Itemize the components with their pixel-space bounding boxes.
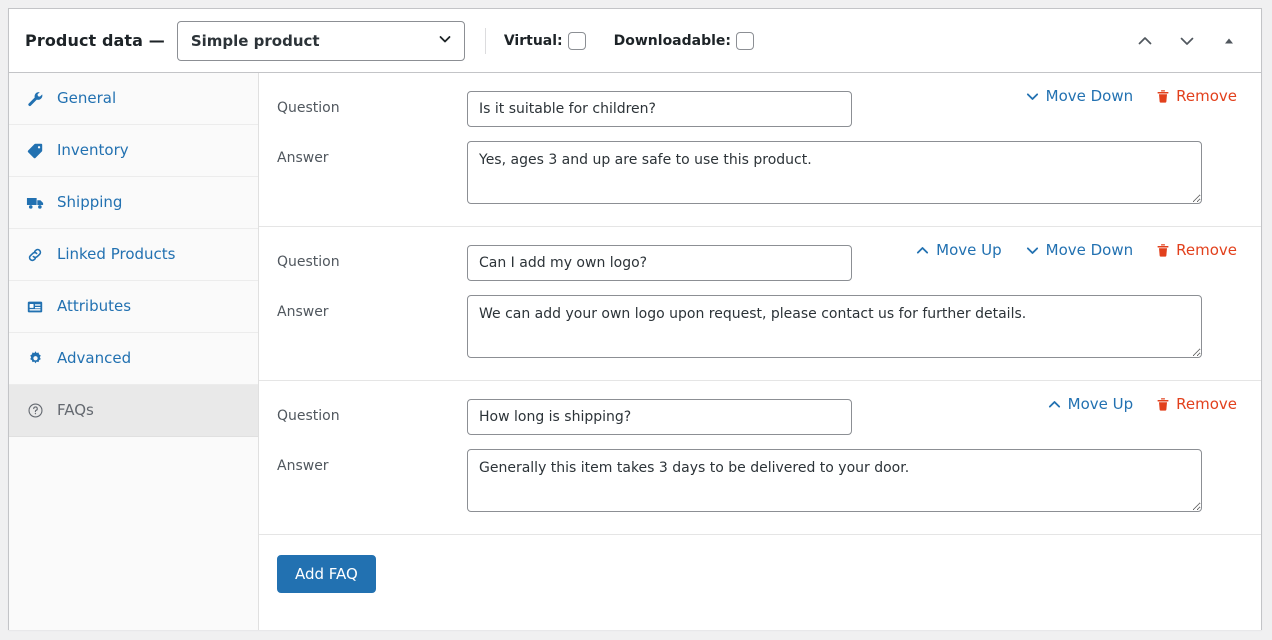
sidebar-item-shipping[interactable]: Shipping [9, 177, 258, 229]
trash-icon [1155, 396, 1171, 413]
sidebar-item-label: General [57, 91, 116, 106]
add-faq-button[interactable]: Add FAQ [277, 555, 376, 593]
faq-row: Move Down Remove Qu [259, 73, 1261, 227]
move-up-label: Move Up [1068, 395, 1134, 413]
remove-label: Remove [1176, 395, 1237, 413]
list-icon [25, 297, 45, 317]
faq-panel: Move Down Remove Qu [259, 73, 1261, 630]
wrench-icon [25, 89, 45, 109]
answer-label: Answer [277, 295, 467, 321]
page-title: Product data — [25, 31, 165, 50]
answer-textarea[interactable]: Yes, ages 3 and up are safe to use this … [467, 141, 1202, 204]
faq-row-actions: Move Down Remove [1024, 87, 1237, 105]
chevron-up-icon [914, 242, 931, 259]
triangle-up-icon [1221, 33, 1237, 49]
truck-icon [25, 193, 45, 213]
tag-icon [25, 141, 45, 161]
sidebar-item-label: Inventory [57, 143, 129, 158]
answer-textarea[interactable]: Generally this item takes 3 days to be d… [467, 449, 1202, 512]
panel-order-actions [1131, 27, 1249, 55]
faq-row-actions: Move Up Remove [1046, 395, 1237, 413]
move-down-link[interactable]: Move Down [1024, 87, 1134, 105]
question-label: Question [277, 399, 467, 425]
remove-label: Remove [1176, 87, 1237, 105]
sidebar-item-attributes[interactable]: Attributes [9, 281, 258, 333]
remove-label: Remove [1176, 241, 1237, 259]
sidebar-item-label: FAQs [57, 403, 94, 418]
downloadable-checkbox[interactable] [736, 32, 754, 50]
question-label: Question [277, 245, 467, 271]
chevron-down-icon [1024, 242, 1041, 259]
sidebar-item-general[interactable]: General [9, 73, 258, 125]
panel-header: Product data — Simple productGrouped pro… [9, 9, 1261, 73]
sidebar-item-advanced[interactable]: Advanced [9, 333, 258, 385]
sidebar-item-label: Attributes [57, 299, 131, 314]
sidebar-item-linked-products[interactable]: Linked Products [9, 229, 258, 281]
sidebar-item-label: Linked Products [57, 247, 175, 262]
move-down-label: Move Down [1046, 241, 1134, 259]
chevron-down-icon [1177, 31, 1197, 51]
product-type-select[interactable]: Simple productGrouped productExternal/Af… [177, 21, 465, 61]
link-icon [25, 245, 45, 265]
answer-label: Answer [277, 449, 467, 475]
move-down-link[interactable]: Move Down [1024, 241, 1134, 259]
header-divider [485, 28, 486, 54]
virtual-checkbox-label[interactable]: Virtual: [504, 32, 586, 50]
move-up-link[interactable]: Move Up [1046, 395, 1134, 413]
downloadable-checkbox-label[interactable]: Downloadable: [614, 32, 754, 50]
sidebar-item-faqs[interactable]: FAQs [9, 385, 258, 437]
downloadable-label-text: Downloadable: [614, 33, 731, 49]
faq-row: Move Up Move Down [259, 227, 1261, 381]
gear-icon [25, 349, 45, 369]
product-type-select-wrapper: Simple productGrouped productExternal/Af… [177, 21, 465, 61]
question-input[interactable] [467, 245, 852, 281]
sidebar-item-label: Advanced [57, 351, 131, 366]
move-up-label: Move Up [936, 241, 1002, 259]
answer-field-line: Answer Yes, ages 3 and up are safe to us… [277, 141, 1239, 204]
question-input[interactable] [467, 399, 852, 435]
remove-link[interactable]: Remove [1155, 87, 1237, 105]
trash-icon [1155, 242, 1171, 259]
product-data-panel: Product data — Simple productGrouped pro… [8, 8, 1262, 630]
sidebar-item-inventory[interactable]: Inventory [9, 125, 258, 177]
virtual-checkbox[interactable] [568, 32, 586, 50]
remove-link[interactable]: Remove [1155, 395, 1237, 413]
faq-row-actions: Move Up Move Down [914, 241, 1237, 259]
answer-field-line: Answer We can add your own logo upon req… [277, 295, 1239, 358]
sidebar-item-label: Shipping [57, 195, 122, 210]
chevron-down-icon [1024, 88, 1041, 105]
question-input[interactable] [467, 91, 852, 127]
answer-textarea[interactable]: We can add your own logo upon request, p… [467, 295, 1202, 358]
virtual-label-text: Virtual: [504, 33, 563, 49]
trash-icon [1155, 88, 1171, 105]
move-down-label: Move Down [1046, 87, 1134, 105]
remove-link[interactable]: Remove [1155, 241, 1237, 259]
faq-footer: Add FAQ [259, 535, 1261, 611]
faq-row: Move Up Remove Ques [259, 381, 1261, 535]
chevron-up-icon [1135, 31, 1155, 51]
help-circle-icon [25, 401, 45, 421]
chevron-up-icon [1046, 396, 1063, 413]
answer-field-line: Answer Generally this item takes 3 days … [277, 449, 1239, 512]
toggle-panel-button[interactable] [1215, 27, 1243, 55]
answer-label: Answer [277, 141, 467, 167]
product-data-tabs: General Inventory Ship [9, 73, 259, 630]
move-panel-up-button[interactable] [1131, 27, 1159, 55]
panel-body: General Inventory Ship [9, 73, 1261, 630]
question-label: Question [277, 91, 467, 117]
move-up-link[interactable]: Move Up [914, 241, 1002, 259]
move-panel-down-button[interactable] [1173, 27, 1201, 55]
